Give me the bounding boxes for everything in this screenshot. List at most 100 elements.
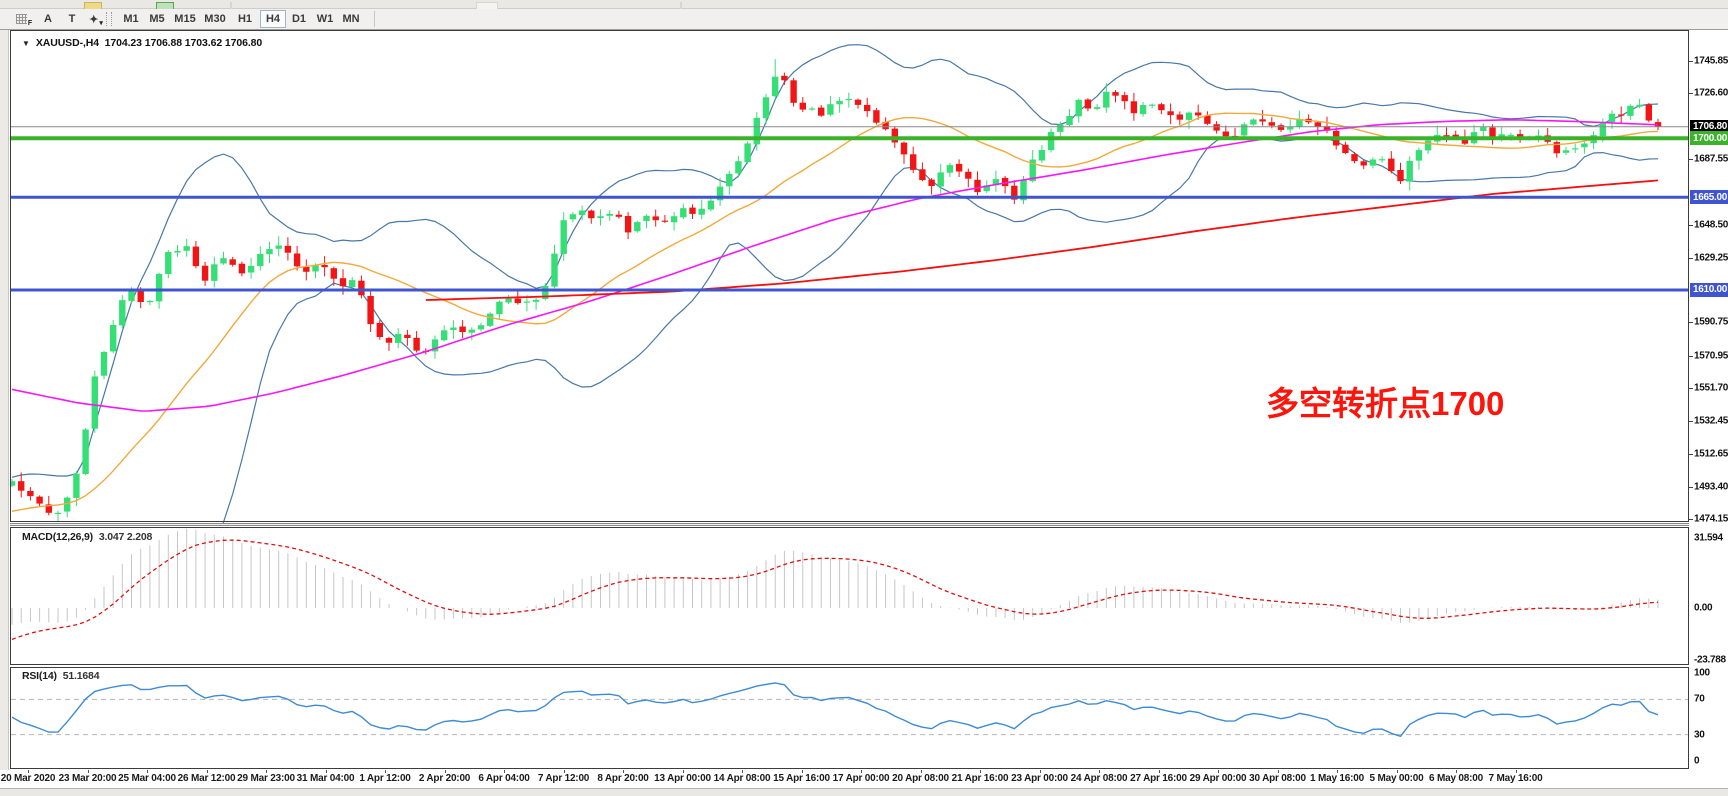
trade-note-annotation: 多空转折点1700 xyxy=(1266,377,1504,425)
timeframe-h4-button[interactable]: H4 xyxy=(260,10,286,28)
candle-body xyxy=(754,118,760,145)
candle-body xyxy=(294,254,300,267)
candle-body xyxy=(974,180,980,192)
pane-divider[interactable] xyxy=(10,523,1689,526)
price-tick-mark xyxy=(1689,454,1693,455)
time-tick-label: 7 Apr 12:00 xyxy=(538,773,589,784)
candle-body xyxy=(827,104,833,115)
candle-body xyxy=(1223,132,1229,137)
candle-body xyxy=(1315,122,1321,127)
candle-body xyxy=(708,201,714,210)
toolbar-grip[interactable] xyxy=(106,12,112,26)
candle-body xyxy=(1122,95,1128,101)
time-tick-label: 1 Apr 12:00 xyxy=(359,773,410,784)
candle-body xyxy=(340,278,346,286)
rsi-name: RSI(14) xyxy=(22,670,57,682)
candle-body xyxy=(836,101,842,104)
macd-values: 3.047 2.208 xyxy=(99,531,152,543)
text-label-tool[interactable]: T xyxy=(60,10,84,28)
candle-body xyxy=(1361,161,1367,165)
timeframe-w1-button[interactable]: W1 xyxy=(312,10,338,28)
candle-body xyxy=(726,174,732,186)
timeframe-m1-button[interactable]: M1 xyxy=(118,10,144,28)
price-tick-mark xyxy=(1689,258,1693,259)
price-tick-mark xyxy=(1689,322,1693,323)
candle-body xyxy=(1213,124,1219,130)
candle-body xyxy=(735,161,741,173)
candle-body xyxy=(110,325,116,351)
rsi-value: 51.1684 xyxy=(63,670,100,682)
time-tick-label: 1 May 16:00 xyxy=(1310,773,1364,784)
grid-icon xyxy=(16,14,27,24)
price-tick-mark xyxy=(1689,487,1693,488)
candle-body xyxy=(515,299,521,304)
price-tick-label: 1590.75 xyxy=(1694,317,1728,328)
candle-body xyxy=(818,108,824,116)
price-tick-label: 1629.25 xyxy=(1694,252,1728,263)
candle-body xyxy=(1489,128,1495,137)
price-tick-mark xyxy=(1689,519,1693,520)
main-price-chart[interactable] xyxy=(10,30,1689,523)
candle-body xyxy=(1627,106,1633,116)
timeframe-h1-button[interactable]: H1 xyxy=(232,10,258,28)
timeframe-m15-button[interactable]: M15 xyxy=(170,10,200,28)
main-toolbar: F AT✦▾ M1M5M15M30H1H4D1W1MN xyxy=(0,9,1728,30)
macd-axis-label: -23.788 xyxy=(1694,655,1726,666)
timeframe-mn-button[interactable]: MN xyxy=(338,10,364,28)
price-tick-label: 1745.85 xyxy=(1694,56,1728,67)
candle-body xyxy=(561,220,567,254)
crosshair-grid-tool-sub-icon: F xyxy=(28,20,32,27)
timeframe-m5-button[interactable]: M5 xyxy=(144,10,170,28)
candle-body xyxy=(505,299,511,303)
font-a-tool-icon: A xyxy=(44,13,52,25)
candle-body xyxy=(64,498,70,512)
price-tick-mark xyxy=(1689,159,1693,160)
time-tick-label: 20 Apr 08:00 xyxy=(892,773,949,784)
candle-body xyxy=(1140,105,1146,114)
time-axis[interactable]: 20 Mar 202023 Mar 20:0025 Mar 04:0026 Ma… xyxy=(0,770,1728,788)
macd-indicator-pane[interactable] xyxy=(10,527,1689,666)
symbol-dropdown-icon[interactable]: ▼ xyxy=(22,39,30,48)
candle-body xyxy=(469,330,475,333)
candle-body xyxy=(1177,115,1183,120)
cursor-tool[interactable]: ✦▾ xyxy=(84,10,108,28)
candle-body xyxy=(1048,132,1054,150)
candle-body xyxy=(597,216,603,218)
candle-body xyxy=(230,259,236,265)
price-level-box: 1665.00 xyxy=(1690,190,1728,204)
candle-body xyxy=(634,222,640,231)
price-tick-label: 1687.55 xyxy=(1694,154,1728,165)
candle-body xyxy=(496,302,502,315)
candle-body xyxy=(1342,145,1348,153)
candle-body xyxy=(689,208,695,214)
candle-body xyxy=(680,208,686,217)
candle-body xyxy=(202,266,208,281)
candle-body xyxy=(1563,150,1569,153)
timeframe-d1-button[interactable]: D1 xyxy=(286,10,312,28)
candle-body xyxy=(413,338,419,351)
time-tick-label: 30 Apr 08:00 xyxy=(1249,773,1306,784)
rsi-axis-label: 30 xyxy=(1694,729,1705,740)
candle-body xyxy=(1397,170,1403,181)
font-a-tool[interactable]: A xyxy=(36,10,60,28)
time-tick-label: 6 May 08:00 xyxy=(1429,773,1483,784)
candle-body xyxy=(1508,135,1514,136)
candle-body xyxy=(1443,135,1449,136)
candle-body xyxy=(1066,116,1072,125)
rsi-indicator-pane[interactable] xyxy=(10,667,1689,770)
candle-body xyxy=(947,165,953,173)
rsi-line xyxy=(12,683,1658,736)
rsi-axis-label: 0 xyxy=(1694,756,1699,767)
toolbar-ghost-separator xyxy=(680,2,682,9)
crosshair-grid-tool[interactable]: F xyxy=(12,10,36,28)
candle-body xyxy=(331,268,337,279)
time-tick-label: 29 Mar 23:00 xyxy=(237,773,295,784)
left-edge-strip xyxy=(0,30,9,788)
candle-body xyxy=(1416,150,1422,161)
candle-body xyxy=(478,325,484,329)
timeframe-m30-button[interactable]: M30 xyxy=(200,10,230,28)
time-tick-label: 24 Apr 08:00 xyxy=(1071,773,1128,784)
candle-body xyxy=(1370,160,1376,166)
candle-body xyxy=(864,105,870,111)
candle-body xyxy=(82,430,88,475)
